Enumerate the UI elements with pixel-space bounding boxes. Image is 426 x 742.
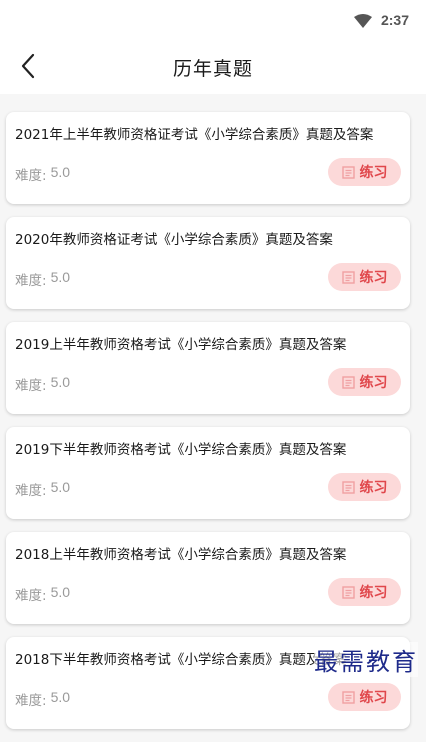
difficulty: 难度: 5.0 <box>15 689 70 709</box>
exercise-icon <box>341 480 355 494</box>
practice-button[interactable]: 练习 <box>328 158 401 186</box>
practice-label: 练习 <box>359 375 388 391</box>
practice-label: 练习 <box>359 690 388 706</box>
watermark-logo: 最需教育 <box>314 642 418 677</box>
exam-card[interactable]: 2018上半年教师资格考试《小学综合素质》真题及答案 难度: 5.0 练习 <box>6 532 410 624</box>
difficulty-label: 难度: <box>15 483 47 499</box>
practice-label: 练习 <box>359 585 388 601</box>
exam-card[interactable]: 2019下半年教师资格考试《小学综合素质》真题及答案 难度: 5.0 练习 <box>6 427 410 519</box>
practice-button[interactable]: 练习 <box>328 368 401 396</box>
practice-button[interactable]: 练习 <box>328 683 401 711</box>
exercise-icon <box>341 165 355 179</box>
practice-button[interactable]: 练习 <box>328 578 401 606</box>
difficulty-label: 难度: <box>15 273 47 289</box>
difficulty-label: 难度: <box>15 693 47 709</box>
exam-title: 2019下半年教师资格考试《小学综合素质》真题及答案 <box>15 442 347 458</box>
practice-label: 练习 <box>359 270 388 286</box>
exam-title: 2021年上半年教师资格证考试《小学综合素质》真题及答案 <box>15 127 374 143</box>
difficulty-value: 5.0 <box>50 164 71 180</box>
exam-card[interactable]: 2020年教师资格证考试《小学综合素质》真题及答案 难度: 5.0 练习 <box>6 217 410 309</box>
practice-button[interactable]: 练习 <box>328 473 401 501</box>
status-time: 2:37 <box>380 12 409 28</box>
status-bar: 2:37 <box>0 0 426 42</box>
difficulty-value: 5.0 <box>50 269 71 285</box>
exercise-icon <box>341 270 355 284</box>
exam-title: 2018上半年教师资格考试《小学综合素质》真题及答案 <box>15 547 347 563</box>
difficulty: 难度: 5.0 <box>15 269 70 289</box>
exercise-icon <box>341 690 355 704</box>
practice-button[interactable]: 练习 <box>328 263 401 291</box>
difficulty-value: 5.0 <box>50 584 71 600</box>
difficulty-value: 5.0 <box>50 689 71 705</box>
difficulty: 难度: 5.0 <box>15 584 70 604</box>
exercise-icon <box>341 585 355 599</box>
difficulty: 难度: 5.0 <box>15 374 70 394</box>
difficulty-label: 难度: <box>15 168 47 184</box>
header: 历年真题 <box>0 42 426 94</box>
exam-card[interactable]: 2019上半年教师资格考试《小学综合素质》真题及答案 难度: 5.0 练习 <box>6 322 410 414</box>
page-title: 历年真题 <box>172 58 253 80</box>
practice-label: 练习 <box>359 480 388 496</box>
difficulty-value: 5.0 <box>50 479 71 495</box>
difficulty-label: 难度: <box>15 588 47 604</box>
exam-title: 2020年教师资格证考试《小学综合素质》真题及答案 <box>15 232 333 248</box>
exam-title: 2019上半年教师资格考试《小学综合素质》真题及答案 <box>15 337 347 353</box>
difficulty-value: 5.0 <box>50 374 71 390</box>
exam-title: 2018下半年教师资格考试《小学综合素质》真题及答案 <box>15 652 347 668</box>
wifi-icon <box>354 14 372 28</box>
difficulty-label: 难度: <box>15 378 47 394</box>
exam-card[interactable]: 2021年上半年教师资格证考试《小学综合素质》真题及答案 难度: 5.0 练习 <box>6 112 410 204</box>
exercise-icon <box>341 375 355 389</box>
difficulty: 难度: 5.0 <box>15 479 70 499</box>
difficulty: 难度: 5.0 <box>15 164 70 184</box>
practice-label: 练习 <box>359 165 388 181</box>
